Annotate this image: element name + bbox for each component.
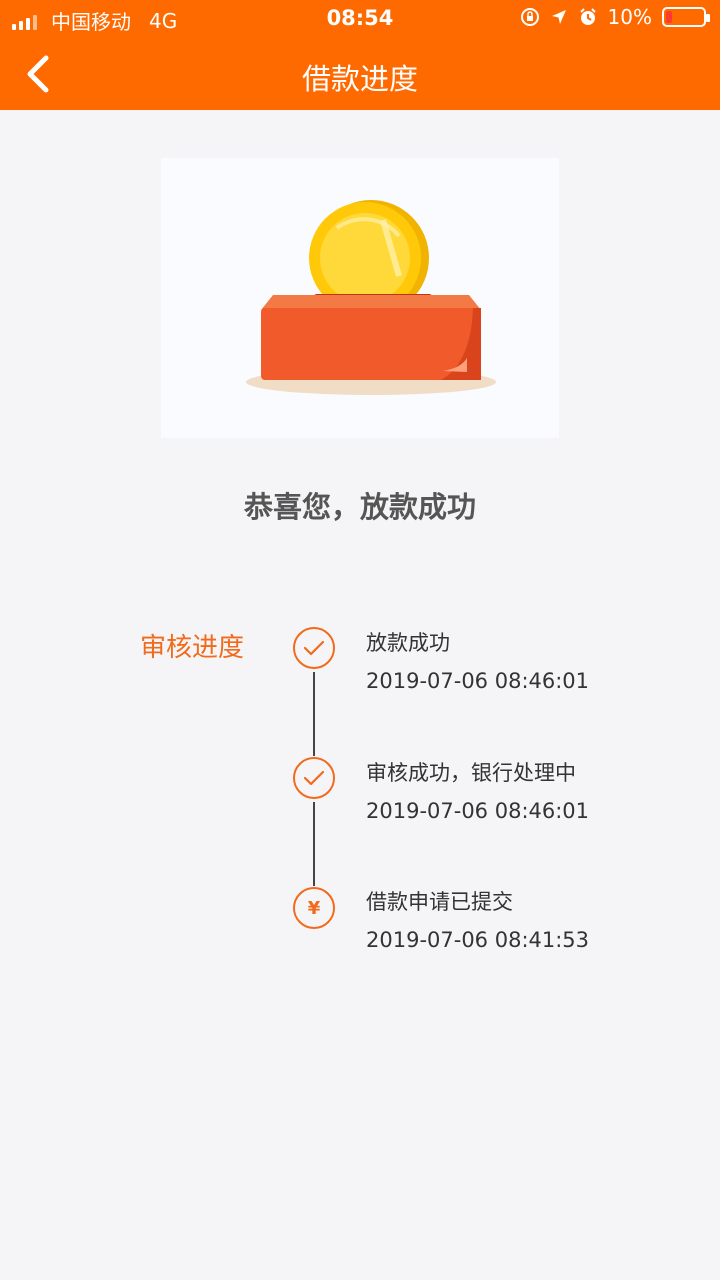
success-message: 恭喜您，放款成功 [243, 490, 476, 524]
timeline-node-check [293, 627, 335, 669]
timeline-step: 审核成功，银行处理中 2019-07-06 08:46:01 [366, 757, 589, 823]
step-datetime: 2019-07-06 08:46:01 [366, 669, 590, 693]
step-title: 放款成功 [366, 631, 450, 655]
nav-bar: 借款进度 [0, 38, 720, 110]
check-icon [303, 640, 325, 656]
coin-box-illustration [246, 200, 496, 395]
progress-section-label: 审核进度 [140, 633, 245, 663]
timeline-step: 借款申请已提交 2019-07-06 08:41:53 [366, 886, 589, 952]
loan-progress-page: 中国移动 4G 08:54 10% 借款进度 恭喜您，放款成功 审核进度 ¥ 放… [0, 0, 720, 1280]
timeline-connector [313, 802, 315, 886]
timeline-node-check [293, 757, 335, 799]
status-bar: 中国移动 4G 08:54 10% [0, 0, 720, 38]
loan-success-illustration [161, 158, 559, 438]
timeline-node-yen: ¥ [293, 887, 335, 929]
step-title: 审核成功，银行处理中 [366, 761, 576, 785]
status-right: 10% [520, 5, 710, 29]
location-icon [551, 10, 566, 24]
alarm-icon [579, 8, 596, 25]
timeline-step: 放款成功 2019-07-06 08:46:01 [366, 627, 589, 693]
battery-icon [662, 7, 710, 27]
step-title: 借款申请已提交 [366, 890, 513, 914]
page-title: 借款进度 [301, 62, 418, 96]
orientation-lock-icon [520, 8, 539, 26]
yen-icon: ¥ [307, 897, 321, 919]
timeline-connector [313, 672, 315, 756]
battery-percent: 10% [607, 5, 652, 29]
check-icon [303, 770, 325, 786]
step-datetime: 2019-07-06 08:46:01 [366, 799, 590, 823]
step-datetime: 2019-07-06 08:41:53 [366, 928, 590, 952]
top-bar: 中国移动 4G 08:54 10% 借款进度 [0, 0, 720, 110]
